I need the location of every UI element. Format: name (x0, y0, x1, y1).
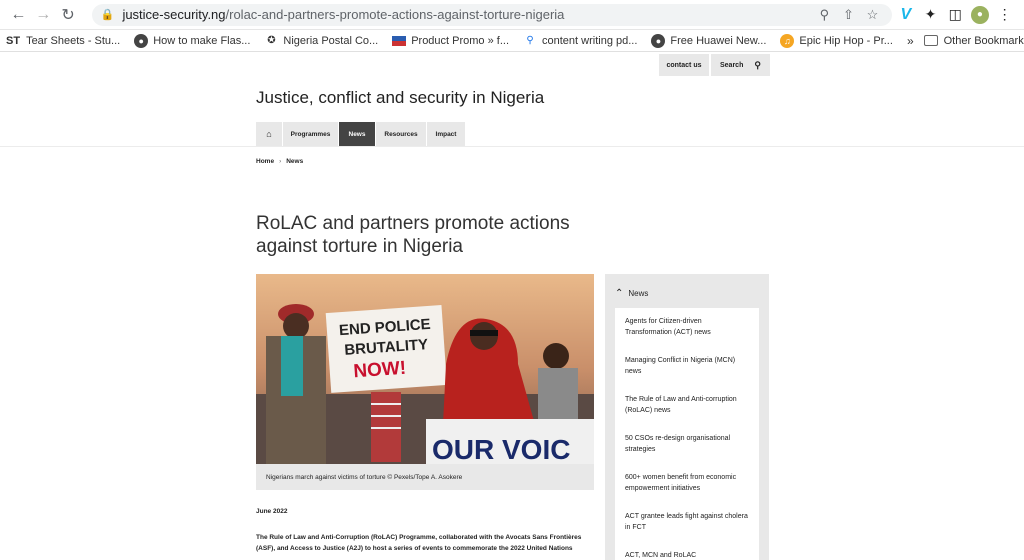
news-sidebar: ⌃ News Agents for Citizen-driven Transfo… (605, 274, 769, 560)
site-title[interactable]: Justice, conflict and security in Nigeri… (256, 88, 544, 108)
bookmark-item[interactable]: Product Promo » f... (392, 34, 509, 48)
browser-toolbar: ← → ↻ 🔒 justice-security.ng/rolac-and-pa… (0, 0, 1024, 30)
other-bookmarks-label: Other Bookmarks (943, 34, 1024, 47)
bookmark-item[interactable]: ST Tear Sheets - Stu... (6, 35, 120, 47)
search-icon: ⚲ (754, 59, 761, 70)
sidebar-heading: News (628, 288, 649, 298)
extensions-puzzle-icon[interactable]: ✦ (919, 4, 942, 26)
header-divider (0, 146, 1024, 147)
bookmark-label: Epic Hip Hop - Pr... (799, 34, 893, 47)
reload-icon[interactable]: ↻ (58, 4, 79, 26)
flag-icon (392, 35, 407, 46)
bookmark-item[interactable]: ● How to make Flas... (134, 33, 251, 48)
globe-icon: ● (651, 33, 666, 48)
search-button[interactable]: Search ⚲ (711, 54, 770, 76)
forward-icon[interactable]: → (33, 4, 54, 26)
more-bookmarks-icon[interactable]: » (907, 34, 914, 48)
sidebar-link[interactable]: ACT grantee leads fight against cholera … (625, 511, 749, 533)
breadcrumb-home[interactable]: Home (256, 158, 274, 165)
bookmark-item[interactable]: ⚲ content writing pd... (523, 34, 637, 48)
sidebar-link[interactable]: 600+ women benefit from economic empower… (625, 472, 749, 494)
article-title: RoLAC and partners promote actions again… (256, 213, 570, 257)
search-icon: ⚲ (526, 35, 534, 46)
nav-resources[interactable]: Resources (376, 122, 426, 146)
nav-news[interactable]: News (339, 122, 375, 146)
sidebar-toggle[interactable]: ⌃ News (605, 274, 769, 312)
article-date: June 2022 (256, 508, 288, 515)
vimeo-extension-icon[interactable]: V (894, 4, 917, 26)
star-icon[interactable]: ☆ (860, 7, 884, 23)
sidebar-link[interactable]: Managing Conflict in Nigeria (MCN) news (625, 355, 749, 377)
web-page: contact us Search ⚲ Justice, conflict an… (0, 52, 1024, 560)
bookmark-item[interactable]: ● Free Huawei New... (651, 33, 767, 48)
home-icon[interactable]: ⌂ (256, 122, 282, 146)
image-caption: Nigerians march against victims of tortu… (256, 464, 594, 490)
globe-icon: ● (134, 33, 149, 48)
breadcrumb-current: News (286, 158, 304, 165)
sign-line-3: NOW! (353, 358, 407, 383)
chevron-up-icon: ⌃ (615, 287, 624, 299)
breadcrumb-separator: › (279, 158, 282, 165)
bookmark-item[interactable]: ♫ Epic Hip Hop - Pr... (780, 33, 893, 48)
main-nav: ⌂ Programmes News Resources Impact (256, 122, 466, 146)
bookmark-label: Nigeria Postal Co... (283, 34, 379, 47)
breadcrumb: Home › News (256, 158, 303, 165)
sidebar-link[interactable]: The Rule of Law and Anti-corruption (RoL… (625, 394, 749, 416)
postal-icon: ✪ (267, 35, 276, 46)
sidebar-link[interactable]: ACT, MCN and RoLAC (625, 550, 749, 560)
address-bar[interactable]: 🔒 justice-security.ng/rolac-and-partners… (92, 3, 893, 26)
sidepanel-icon[interactable]: ◫ (944, 4, 967, 26)
sidebar-link[interactable]: 50 CSOs re-design organisational strateg… (625, 433, 749, 455)
nav-impact[interactable]: Impact (427, 122, 465, 146)
zoom-icon[interactable]: ⚲ (812, 7, 836, 23)
share-icon[interactable]: ⇧ (836, 7, 860, 23)
bookmark-item[interactable]: ✪ Nigeria Postal Co... (264, 34, 378, 48)
sidebar-link[interactable]: Agents for Citizen-driven Transformation… (625, 316, 749, 338)
bookmarks-bar: ST Tear Sheets - Stu... ● How to make Fl… (0, 30, 1024, 52)
contact-us-link[interactable]: contact us (659, 54, 709, 76)
bookmark-label: Free Huawei New... (670, 34, 767, 47)
sidebar-list: Agents for Citizen-driven Transformation… (615, 308, 759, 560)
hiphop-icon: ♫ (780, 33, 795, 48)
st-text-icon: ST (6, 34, 21, 47)
utility-bar: contact us Search ⚲ (657, 54, 770, 76)
url-host: justice-security.ng (122, 7, 226, 22)
profile-avatar[interactable]: ● (969, 4, 992, 26)
bookmark-label: Tear Sheets - Stu... (26, 34, 121, 47)
lock-icon[interactable]: 🔒 (100, 8, 116, 21)
nav-programmes[interactable]: Programmes (283, 122, 338, 146)
article-hero-image: END POLICE BRUTALITY NOW! OUR VOIC (256, 274, 594, 464)
bookmark-label: How to make Flas... (153, 34, 251, 47)
bookmark-label: content writing pd... (542, 34, 638, 47)
back-icon[interactable]: ← (8, 4, 29, 26)
url-path: /rolac-and-partners-promote-actions-agai… (225, 7, 565, 22)
article-body: The Rule of Law and Anti-Corruption (RoL… (256, 534, 582, 552)
bookmark-label: Product Promo » f... (411, 34, 510, 47)
banner-text: OUR VOIC (432, 434, 570, 464)
folder-icon (923, 35, 938, 46)
search-label: Search (720, 61, 744, 69)
menu-kebab-icon[interactable]: ⋮ (993, 4, 1016, 26)
other-bookmarks[interactable]: Other Bookmarks (923, 34, 1024, 47)
